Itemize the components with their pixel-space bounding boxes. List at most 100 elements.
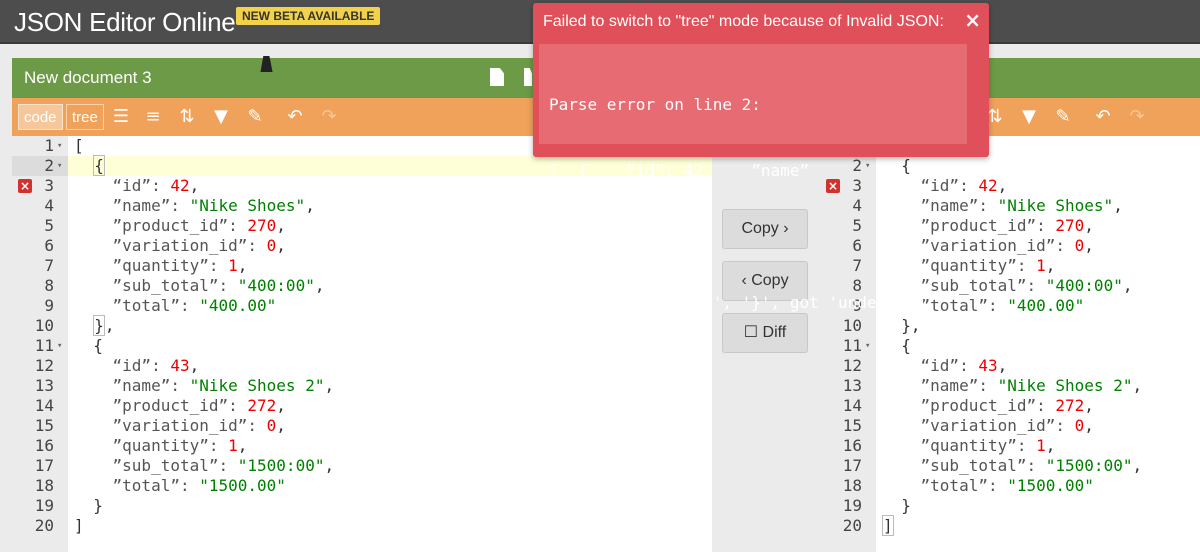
json-number: 0 bbox=[266, 236, 277, 255]
json-key: ”quantity”: bbox=[882, 436, 1037, 455]
open-document-icon[interactable] bbox=[524, 68, 532, 86]
redo-icon[interactable]: ↷ bbox=[318, 106, 340, 128]
code-line[interactable]: 12 “id”: 43, bbox=[12, 356, 712, 376]
redo-icon[interactable]: ↷ bbox=[1126, 106, 1148, 128]
json-punct: , bbox=[314, 276, 325, 295]
matched-bracket: } bbox=[93, 315, 105, 336]
line-number: 12 bbox=[842, 356, 862, 375]
filter-icon[interactable]: ▼ bbox=[210, 106, 232, 128]
json-punct: , bbox=[1084, 236, 1094, 255]
code-text: ”variation_id”: 0, bbox=[882, 416, 1094, 436]
json-number: 43 bbox=[978, 356, 998, 375]
code-text: ”quantity”: 1, bbox=[74, 436, 248, 456]
line-number: 16 bbox=[34, 436, 54, 455]
error-line: [ { “id”: 42, ”name” bbox=[549, 161, 810, 180]
code-text: ”sub_total”: "400:00", bbox=[74, 276, 325, 296]
code-line[interactable]: 20] bbox=[12, 516, 712, 536]
json-punct: , bbox=[276, 216, 286, 235]
line-number: 15 bbox=[34, 416, 54, 435]
code-text: ] bbox=[74, 516, 84, 536]
error-marker-icon[interactable]: × bbox=[18, 179, 32, 193]
filter-icon[interactable]: ▼ bbox=[1018, 106, 1040, 128]
code-text: ”sub_total”: "1500:00", bbox=[882, 456, 1143, 476]
json-punct: , bbox=[1084, 396, 1094, 415]
line-number: 6 bbox=[44, 236, 54, 255]
undo-icon[interactable]: ↶ bbox=[284, 106, 306, 128]
new-document-icon[interactable] bbox=[490, 68, 504, 86]
code-text: ”variation_id”: 0, bbox=[74, 236, 286, 256]
fold-toggle-icon[interactable]: ▾ bbox=[57, 156, 62, 176]
line-number: 9 bbox=[44, 296, 54, 315]
code-line[interactable]: 18 ”total”: "1500.00" bbox=[820, 476, 1200, 496]
json-number: 272 bbox=[247, 396, 277, 415]
line-number: 13 bbox=[34, 376, 54, 395]
code-line[interactable]: 16 ”quantity”: 1, bbox=[820, 436, 1200, 456]
json-string: "1500:00" bbox=[1045, 456, 1133, 475]
code-line[interactable]: 14 ”product_id”: 272, bbox=[820, 396, 1200, 416]
app-title: JSON Editor Online bbox=[14, 7, 236, 37]
line-number: 14 bbox=[34, 396, 54, 415]
code-text: } bbox=[74, 496, 103, 516]
code-line[interactable]: 19 } bbox=[12, 496, 712, 516]
line-number: 12 bbox=[34, 356, 54, 375]
code-line[interactable]: 19 } bbox=[820, 496, 1200, 516]
line-number: 19 bbox=[842, 496, 862, 515]
code-line[interactable]: 15 ”variation_id”: 0, bbox=[12, 416, 712, 436]
json-punct: } bbox=[74, 496, 103, 515]
json-number: 1 bbox=[228, 436, 238, 455]
json-string: "400:00" bbox=[237, 276, 315, 295]
code-line[interactable]: 16 ”quantity”: 1, bbox=[12, 436, 712, 456]
code-mode-button[interactable]: code bbox=[18, 104, 63, 130]
code-line[interactable]: 13 ”name”: "Nike Shoes 2", bbox=[820, 376, 1200, 396]
json-punct: , bbox=[104, 316, 115, 335]
line-number: 5 bbox=[44, 216, 54, 235]
json-number: 270 bbox=[247, 216, 277, 235]
beta-badge[interactable]: NEW BETA AVAILABLE bbox=[236, 7, 381, 25]
code-line[interactable]: 18 ”total”: "1500.00" bbox=[12, 476, 712, 496]
line-number: 18 bbox=[34, 476, 54, 495]
format-icon[interactable]: ☰ bbox=[110, 106, 132, 128]
line-number: 17 bbox=[34, 456, 54, 475]
json-punct: , bbox=[1045, 436, 1056, 455]
fold-toggle-icon[interactable]: ▾ bbox=[57, 336, 62, 356]
compact-icon[interactable]: ≡ bbox=[142, 106, 164, 128]
json-punct: , bbox=[1045, 256, 1056, 275]
code-text: ”name”: "Nike Shoes", bbox=[74, 196, 315, 216]
code-line[interactable]: 17 ”sub_total”: "1500:00", bbox=[12, 456, 712, 476]
line-number: 18 bbox=[842, 476, 862, 495]
json-string: "Nike Shoes 2" bbox=[997, 376, 1133, 395]
json-key: ”variation_id”: bbox=[882, 416, 1075, 435]
json-key: ”variation_id”: bbox=[74, 416, 267, 435]
json-punct: , bbox=[305, 196, 315, 215]
line-number: 20 bbox=[34, 516, 54, 535]
code-line[interactable]: 12 “id”: 43, bbox=[820, 356, 1200, 376]
repair-wrench-icon[interactable]: ✎ bbox=[244, 106, 266, 128]
json-number: 0 bbox=[266, 416, 277, 435]
json-key: ”name”: bbox=[74, 376, 190, 395]
json-key: ”sub_total”: bbox=[882, 456, 1046, 475]
code-line[interactable]: 20] bbox=[820, 515, 1200, 536]
json-punct: , bbox=[1122, 276, 1133, 295]
code-line[interactable]: 13 ”name”: "Nike Shoes 2", bbox=[12, 376, 712, 396]
code-line[interactable]: 17 ”sub_total”: "1500:00", bbox=[820, 456, 1200, 476]
json-string: "400:00" bbox=[1045, 276, 1123, 295]
json-number: 43 bbox=[170, 356, 190, 375]
error-title: Failed to switch to "tree" mode because … bbox=[543, 13, 944, 30]
json-key: ”product_id”: bbox=[74, 216, 248, 235]
close-icon[interactable]: × bbox=[964, 8, 981, 32]
fold-toggle-icon[interactable]: ▾ bbox=[57, 136, 62, 156]
undo-icon[interactable]: ↶ bbox=[1092, 106, 1114, 128]
json-number: 1 bbox=[228, 256, 238, 275]
code-text: { bbox=[74, 155, 105, 176]
json-string: "400.00" bbox=[199, 296, 277, 315]
document-name[interactable]: New document 3 bbox=[24, 68, 152, 88]
json-key: ”sub_total”: bbox=[74, 276, 238, 295]
code-line[interactable]: 15 ”variation_id”: 0, bbox=[820, 416, 1200, 436]
repair-wrench-icon[interactable]: ✎ bbox=[1052, 106, 1074, 128]
line-number: 13 bbox=[842, 376, 862, 395]
code-line[interactable]: 14 ”product_id”: 272, bbox=[12, 396, 712, 416]
code-text: ”total”: "1500.00" bbox=[882, 476, 1094, 496]
sort-icon[interactable]: ⇅ bbox=[176, 106, 198, 128]
tree-mode-button[interactable]: tree bbox=[66, 104, 104, 130]
code-text: “id”: 42, bbox=[74, 176, 200, 196]
